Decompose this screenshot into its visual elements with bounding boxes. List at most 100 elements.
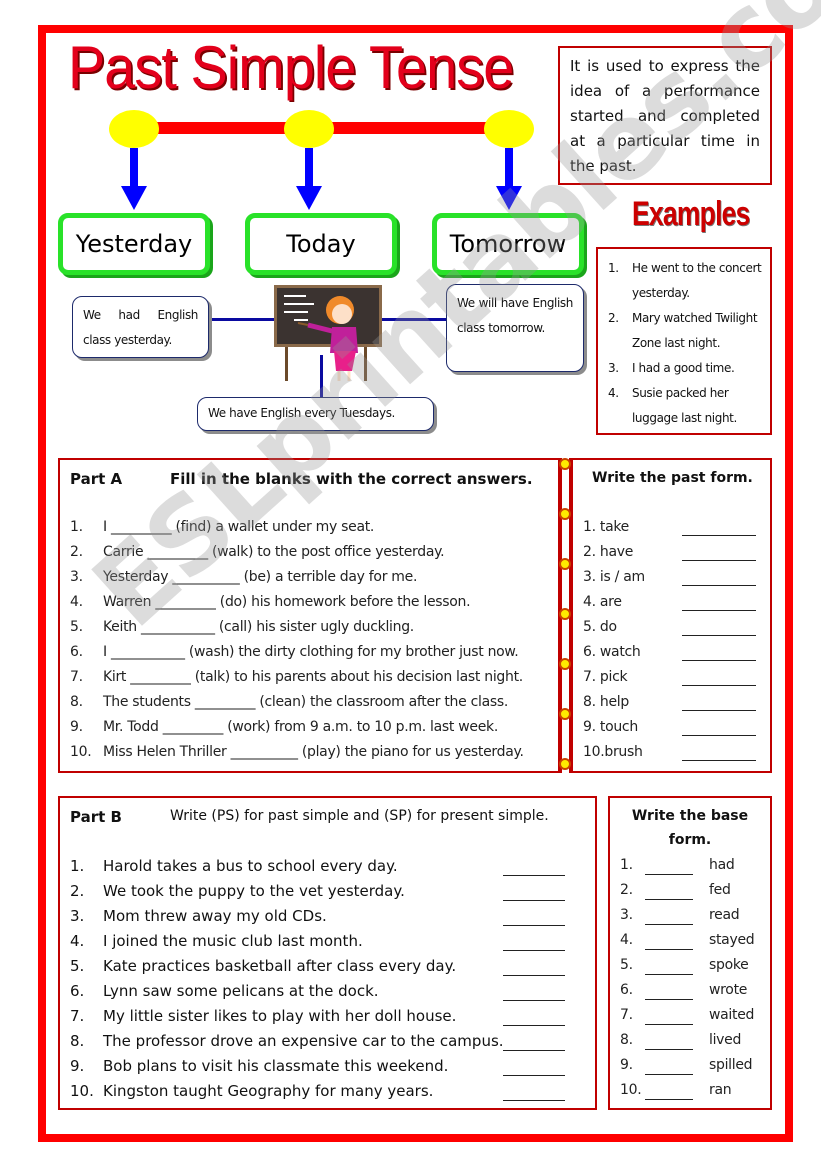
answer-blank[interactable] — [645, 1024, 693, 1025]
answer-blank[interactable] — [645, 899, 693, 900]
item-number: 6. — [70, 982, 85, 1000]
item-text: Warren _________ (do) his homework befor… — [103, 594, 471, 610]
binder-ring — [559, 508, 571, 520]
item-number: 2. — [70, 882, 85, 900]
part-a-item: 10. Miss Helen Thriller __________ (play)… — [70, 744, 524, 760]
answer-blank[interactable] — [503, 875, 565, 876]
answer-blank[interactable] — [503, 950, 565, 951]
teacher-blouse — [330, 327, 358, 353]
past-form-item: 3. is / am — [583, 569, 645, 585]
teacher-illustration — [274, 285, 382, 381]
past-verb: read — [709, 907, 740, 923]
answer-blank[interactable]: _________ — [163, 719, 224, 735]
answer-blank[interactable]: __________ — [172, 569, 239, 585]
part-a-item: 1. I _________ (find) a wallet under my s… — [70, 519, 374, 535]
past-verb: spilled — [709, 1057, 753, 1073]
arrow-down-icon — [505, 148, 513, 188]
past-verb: fed — [709, 882, 731, 898]
item-number: 10. — [620, 1082, 642, 1098]
answer-blank[interactable] — [645, 1074, 693, 1075]
verb: 4. are — [583, 594, 622, 610]
answer-blank[interactable] — [682, 610, 756, 611]
item-text: The professor drove an expensive car to … — [103, 1032, 504, 1050]
item-number: 2. — [620, 882, 633, 898]
past-form-item: 10.brush — [583, 744, 643, 760]
part-b-instruction: Write (PS) for past simple and (SP) for … — [170, 808, 549, 824]
answer-blank[interactable]: ___________ — [111, 644, 185, 660]
item-text: We took the puppy to the vet yesterday. — [103, 882, 405, 900]
answer-blank[interactable] — [645, 974, 693, 975]
item-number: 3. — [620, 907, 633, 923]
answer-blank[interactable] — [503, 975, 565, 976]
answer-blank[interactable] — [645, 1099, 693, 1100]
item-number: 4. — [620, 932, 633, 948]
teacher-face — [332, 304, 352, 324]
answer-blank[interactable] — [682, 760, 756, 761]
past-verb: ran — [709, 1082, 732, 1098]
answer-blank[interactable] — [682, 635, 756, 636]
item-number: 5. — [70, 619, 83, 635]
answer-blank[interactable] — [682, 660, 756, 661]
example-item: 1. He went to the concert yesterday. — [608, 261, 762, 300]
example-item: 2. Mary watched Twilight Zone last night. — [608, 311, 758, 350]
base-form-title-line1: Write the base — [631, 808, 749, 824]
past-form-item: 1. take — [583, 519, 629, 535]
answer-blank[interactable] — [645, 999, 693, 1000]
item-number: 4. — [70, 594, 83, 610]
item-text: Kate practices basketball after class ev… — [103, 957, 457, 975]
item-text: Kingston taught Geography for many years… — [103, 1082, 434, 1100]
item-number: 4. — [70, 932, 85, 950]
answer-blank[interactable] — [645, 1049, 693, 1050]
answer-blank[interactable]: ___________ — [141, 619, 215, 635]
part-a-item: 6. I ___________ (wash) the dirty clothin… — [70, 644, 519, 660]
binder-ring — [559, 758, 571, 770]
binder-ring — [559, 708, 571, 720]
binder-ring — [559, 558, 571, 570]
verb: 7. pick — [583, 669, 628, 685]
answer-blank[interactable] — [682, 560, 756, 561]
part-b-item: 9. Bob plans to visit his classmate this … — [70, 1057, 448, 1075]
example-item: 3. I had a good time. — [608, 361, 735, 375]
answer-blank[interactable] — [503, 1075, 565, 1076]
item-number: 9. — [620, 1057, 633, 1073]
item-number: 7. — [70, 1007, 85, 1025]
answer-blank[interactable] — [682, 585, 756, 586]
answer-blank[interactable] — [682, 735, 756, 736]
verb: 6. watch — [583, 644, 641, 660]
answer-blank[interactable] — [503, 1050, 565, 1051]
bubble-yesterday: We had English class yesterday. — [72, 296, 209, 358]
answer-blank[interactable] — [645, 874, 693, 875]
part-b-item: 7. My little sister likes to play with he… — [70, 1007, 456, 1025]
item-text: I joined the music club last month. — [103, 932, 363, 950]
answer-blank[interactable] — [503, 1000, 565, 1001]
item-text: Yesterday __________ (be) a terrible day… — [103, 569, 418, 585]
answer-blank[interactable]: _________ — [147, 544, 208, 560]
answer-blank[interactable]: _________ — [155, 594, 216, 610]
answer-blank[interactable] — [682, 710, 756, 711]
answer-blank[interactable] — [503, 900, 565, 901]
answer-blank[interactable] — [503, 1025, 565, 1026]
answer-blank[interactable] — [503, 1100, 565, 1101]
part-b-item: 4. I joined the music club last month. — [70, 932, 363, 950]
answer-blank[interactable]: _________ — [195, 694, 256, 710]
answer-blank[interactable] — [682, 535, 756, 536]
part-a-item: 4. Warren _________ (do) his homework bef… — [70, 594, 471, 610]
item-text: The students _________ (clean) the class… — [103, 694, 509, 710]
timeline-dot-yesterday — [109, 110, 159, 148]
answer-blank[interactable] — [503, 925, 565, 926]
part-a-label: Part A — [70, 470, 123, 488]
time-label-today: Today — [245, 213, 397, 275]
past-form-item: 7. pick — [583, 669, 628, 685]
answer-blank[interactable] — [682, 685, 756, 686]
timeline-dot-tomorrow — [484, 110, 534, 148]
answer-blank[interactable]: __________ — [231, 744, 298, 760]
part-a-item: 7. Kirt _________ (talk) to his parents a… — [70, 669, 523, 685]
part-b-item: 5. Kate practices basketball after class … — [70, 957, 456, 975]
answer-blank[interactable] — [645, 949, 693, 950]
answer-blank[interactable]: _________ — [130, 669, 191, 685]
arrow-down-icon — [305, 148, 313, 188]
answer-blank[interactable] — [645, 924, 693, 925]
part-b-item: 3. Mom threw away my old CDs. — [70, 907, 327, 925]
answer-blank[interactable]: _________ — [111, 519, 172, 535]
base-form-title-line2: form. — [668, 832, 712, 848]
